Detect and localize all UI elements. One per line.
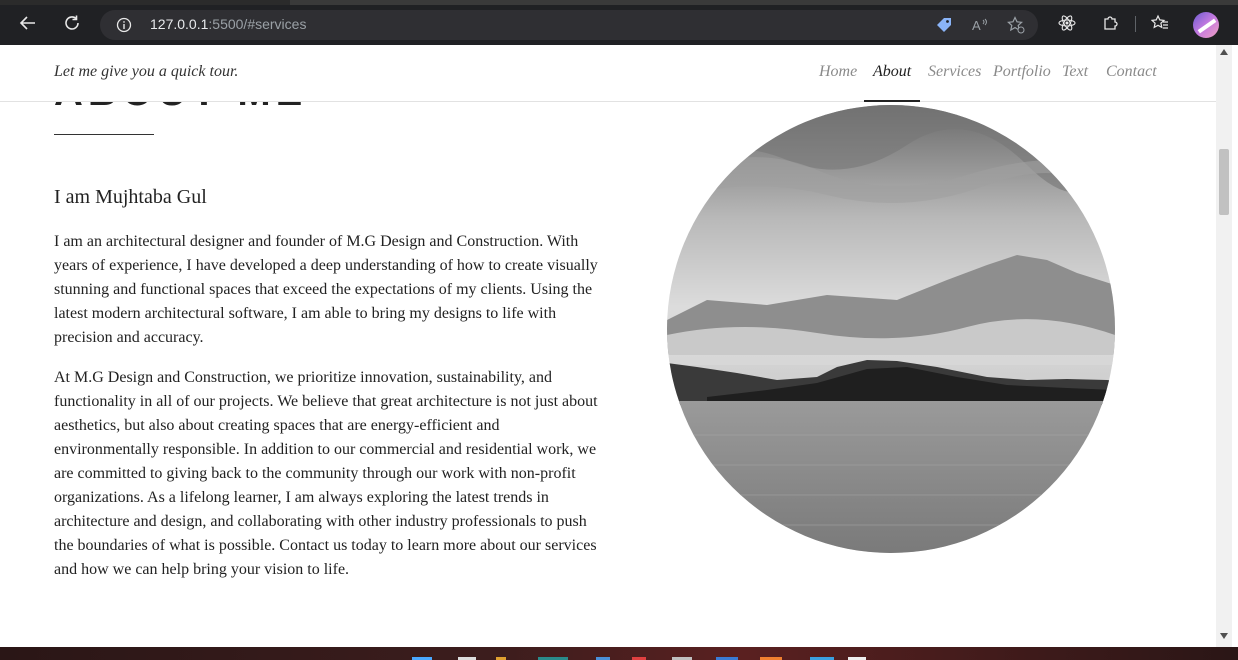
- url-path: :5500/#services: [208, 16, 307, 32]
- tab-strip-edge: [290, 0, 1238, 5]
- svg-text:A: A: [972, 18, 981, 33]
- about-paragraph-1: I am an architectural designer and found…: [54, 233, 598, 346]
- landscape-photo: [667, 105, 1115, 553]
- refresh-icon[interactable]: [59, 10, 85, 36]
- url-text[interactable]: 127.0.0.1:5500/#services: [150, 16, 306, 32]
- site-header: Let me give you a quick tour. Home About…: [0, 45, 1216, 102]
- scrollbar-thumb[interactable]: [1219, 149, 1229, 215]
- os-taskbar: [0, 647, 1238, 660]
- favorites-icon[interactable]: [1149, 12, 1171, 34]
- about-paragraph-2: At M.G Design and Construction, we prior…: [54, 369, 598, 578]
- info-icon[interactable]: [116, 17, 132, 33]
- window-edge: [1232, 45, 1238, 647]
- react-devtools-icon[interactable]: [1056, 12, 1078, 34]
- nav-item-about[interactable]: About: [873, 63, 911, 81]
- browser-toolbar: 127.0.0.1:5500/#services A: [0, 0, 1238, 45]
- nav-item-contact[interactable]: Contact: [1106, 63, 1157, 81]
- url-host: 127.0.0.1: [150, 16, 209, 32]
- nav-item-text[interactable]: Text: [1062, 63, 1088, 81]
- scroll-down-arrow-icon[interactable]: [1216, 633, 1232, 643]
- scroll-up-arrow-icon[interactable]: [1216, 49, 1232, 59]
- nav-item-portfolio[interactable]: Portfolio: [993, 63, 1051, 81]
- back-arrow-icon[interactable]: [15, 10, 41, 36]
- active-nav-underline: [864, 100, 920, 102]
- favorite-add-icon[interactable]: [1007, 16, 1025, 34]
- nav-item-services[interactable]: Services: [928, 63, 981, 81]
- tag-icon[interactable]: [935, 16, 953, 34]
- nav-item-home[interactable]: Home: [819, 63, 857, 81]
- address-bar[interactable]: 127.0.0.1:5500/#services A: [100, 10, 1038, 40]
- profile-avatar[interactable]: [1193, 12, 1219, 38]
- title-divider: [54, 134, 154, 135]
- about-heading: I am Mujhtaba Gul: [54, 186, 207, 208]
- read-aloud-icon[interactable]: A: [971, 16, 989, 34]
- page-scrollbar[interactable]: [1216, 45, 1232, 647]
- site-tagline: Let me give you a quick tour.: [54, 63, 239, 80]
- extensions-icon[interactable]: [1100, 12, 1122, 34]
- toolbar-separator: [1135, 16, 1136, 32]
